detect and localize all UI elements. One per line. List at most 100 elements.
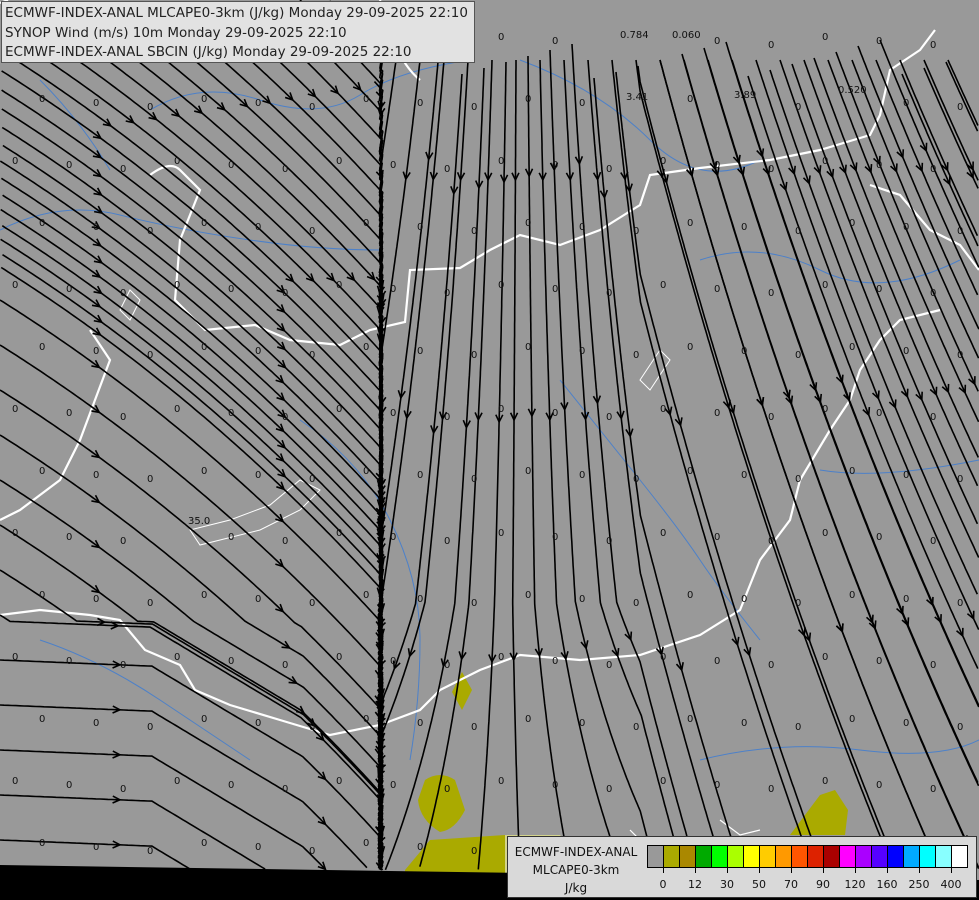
legend-tick <box>919 868 920 873</box>
sbcin-value: 0 <box>12 404 18 415</box>
sbcin-value: 0 <box>660 280 666 291</box>
legend-swatch <box>696 846 712 867</box>
sbcin-value: 0 <box>417 594 423 605</box>
sbcin-value: 0 <box>174 404 180 415</box>
color-legend: ECMWF-INDEX-ANAL MLCAPE0-3km J/kg 0 12 30 5… <box>507 836 977 898</box>
sbcin-value: 0 <box>498 280 504 291</box>
streamline <box>0 659 384 869</box>
title-mlcape: ECMWF-INDEX-ANAL MLCAPE0-3km (J/kg) Mond… <box>5 5 468 21</box>
sbcin-value: 0 <box>309 350 315 361</box>
legend-swatch <box>856 846 872 867</box>
sbcin-value: 0 <box>390 160 396 171</box>
streamline <box>477 61 507 870</box>
legend-label: 160 <box>876 878 898 891</box>
legend-tick <box>823 868 824 873</box>
sbcin-value: 0 <box>201 714 207 725</box>
sbcin-value: 0 <box>390 656 396 667</box>
sbcin-value: 0 <box>309 102 315 113</box>
streamline <box>0 238 384 782</box>
sbcin-value: 0 <box>309 226 315 237</box>
sbcin-value: 0 <box>606 412 612 423</box>
sbcin-value: 0 <box>282 412 288 423</box>
sbcin-value: 0 <box>768 288 774 299</box>
sbcin-value: 0.784 <box>620 30 649 41</box>
sbcin-value: 0 <box>741 470 747 481</box>
legend-label: 90 <box>816 878 830 891</box>
sbcin-value: 0 <box>363 466 369 477</box>
sbcin-value: 0 <box>633 722 639 733</box>
sbcin-value: 0 <box>93 718 99 729</box>
sbcin-value: 0 <box>201 218 207 229</box>
sbcin-value: 0 <box>201 466 207 477</box>
sbcin-value: 0 <box>741 594 747 605</box>
legend-label: 120 <box>844 878 866 891</box>
sbcin-value: 0 <box>147 846 153 857</box>
sbcin-value: 0 <box>336 776 342 787</box>
sbcin-value: 0 <box>876 408 882 419</box>
sbcin-value: 0 <box>525 218 531 229</box>
sbcin-value: 0 <box>768 660 774 671</box>
legend-swatch <box>872 846 888 867</box>
sbcin-value: 0 <box>552 36 558 47</box>
sbcin-value: 0 <box>255 842 261 853</box>
legend-label: 30 <box>720 878 734 891</box>
sbcin-value: 0 <box>660 404 666 415</box>
sbcin-value: 0 <box>822 32 828 43</box>
sbcin-value: 0 <box>579 98 585 109</box>
sbcin-value: 0 <box>93 842 99 853</box>
streamline <box>1 70 384 859</box>
legend-tick <box>951 868 952 873</box>
sbcin-value: 0 <box>228 408 234 419</box>
sbcin-value: 0 <box>930 288 936 299</box>
sbcin-value: 0 <box>606 536 612 547</box>
sbcin-value: 0 <box>687 218 693 229</box>
sbcin-value: 0 <box>795 474 801 485</box>
sbcin-value: 0 <box>228 160 234 171</box>
legend-title: ECMWF-INDEX-ANAL <box>514 845 638 859</box>
streamline <box>2 194 384 808</box>
legend-swatch <box>760 846 776 867</box>
sbcin-value: 0 <box>606 288 612 299</box>
streamline <box>511 60 521 868</box>
sbcin-value: 0 <box>687 466 693 477</box>
sbcin-value: 3.89 <box>734 90 756 101</box>
legend-swatch <box>920 846 936 867</box>
sbcin-value: 0 <box>714 160 720 171</box>
sbcin-value: 0 <box>903 594 909 605</box>
legend-swatch <box>744 846 760 867</box>
sbcin-value: 0 <box>66 656 72 667</box>
sbcin-value: 0 <box>417 222 423 233</box>
sbcin-value: 0 <box>633 350 639 361</box>
sbcin-value: 0 <box>768 412 774 423</box>
streamline <box>779 59 979 558</box>
streamline <box>587 59 724 871</box>
sbcin-value: 0 <box>687 590 693 601</box>
sbcin-value: 0 <box>849 590 855 601</box>
legend-label: 50 <box>752 878 766 891</box>
sbcin-value: 0 <box>903 718 909 729</box>
streamline <box>0 160 384 824</box>
sbcin-value: 0 <box>66 780 72 791</box>
streamline <box>0 177 384 816</box>
weather-map: 0.784 0.060 3.41 3.89 0.520 35.0 0 0 0 0 0 0 0 0 0 0 0 0 0… <box>0 0 979 900</box>
streamline <box>637 65 898 869</box>
sbcin-value: 0 <box>39 714 45 725</box>
sbcin-value: 0 <box>444 412 450 423</box>
streamline <box>1 225 384 791</box>
streamline <box>747 75 979 669</box>
sbcin-value: 0 <box>525 94 531 105</box>
sbcin-value: 0 <box>147 474 153 485</box>
sbcin-value: 0 <box>363 590 369 601</box>
streamline <box>683 59 979 868</box>
sbcin-value: 0 <box>174 776 180 787</box>
streamline <box>635 59 894 868</box>
sbcin-value: 0 <box>363 342 369 353</box>
sbcin-value: 0 <box>579 594 585 605</box>
sbcin-value: 0 <box>309 846 315 857</box>
sbcin-value: 0 <box>714 532 720 543</box>
sbcin-value: 0 <box>849 342 855 353</box>
legend-swatch <box>776 846 792 867</box>
sbcin-value: 0 <box>525 342 531 353</box>
sbcin-value: 0 <box>309 598 315 609</box>
legend-label: 12 <box>688 878 702 891</box>
